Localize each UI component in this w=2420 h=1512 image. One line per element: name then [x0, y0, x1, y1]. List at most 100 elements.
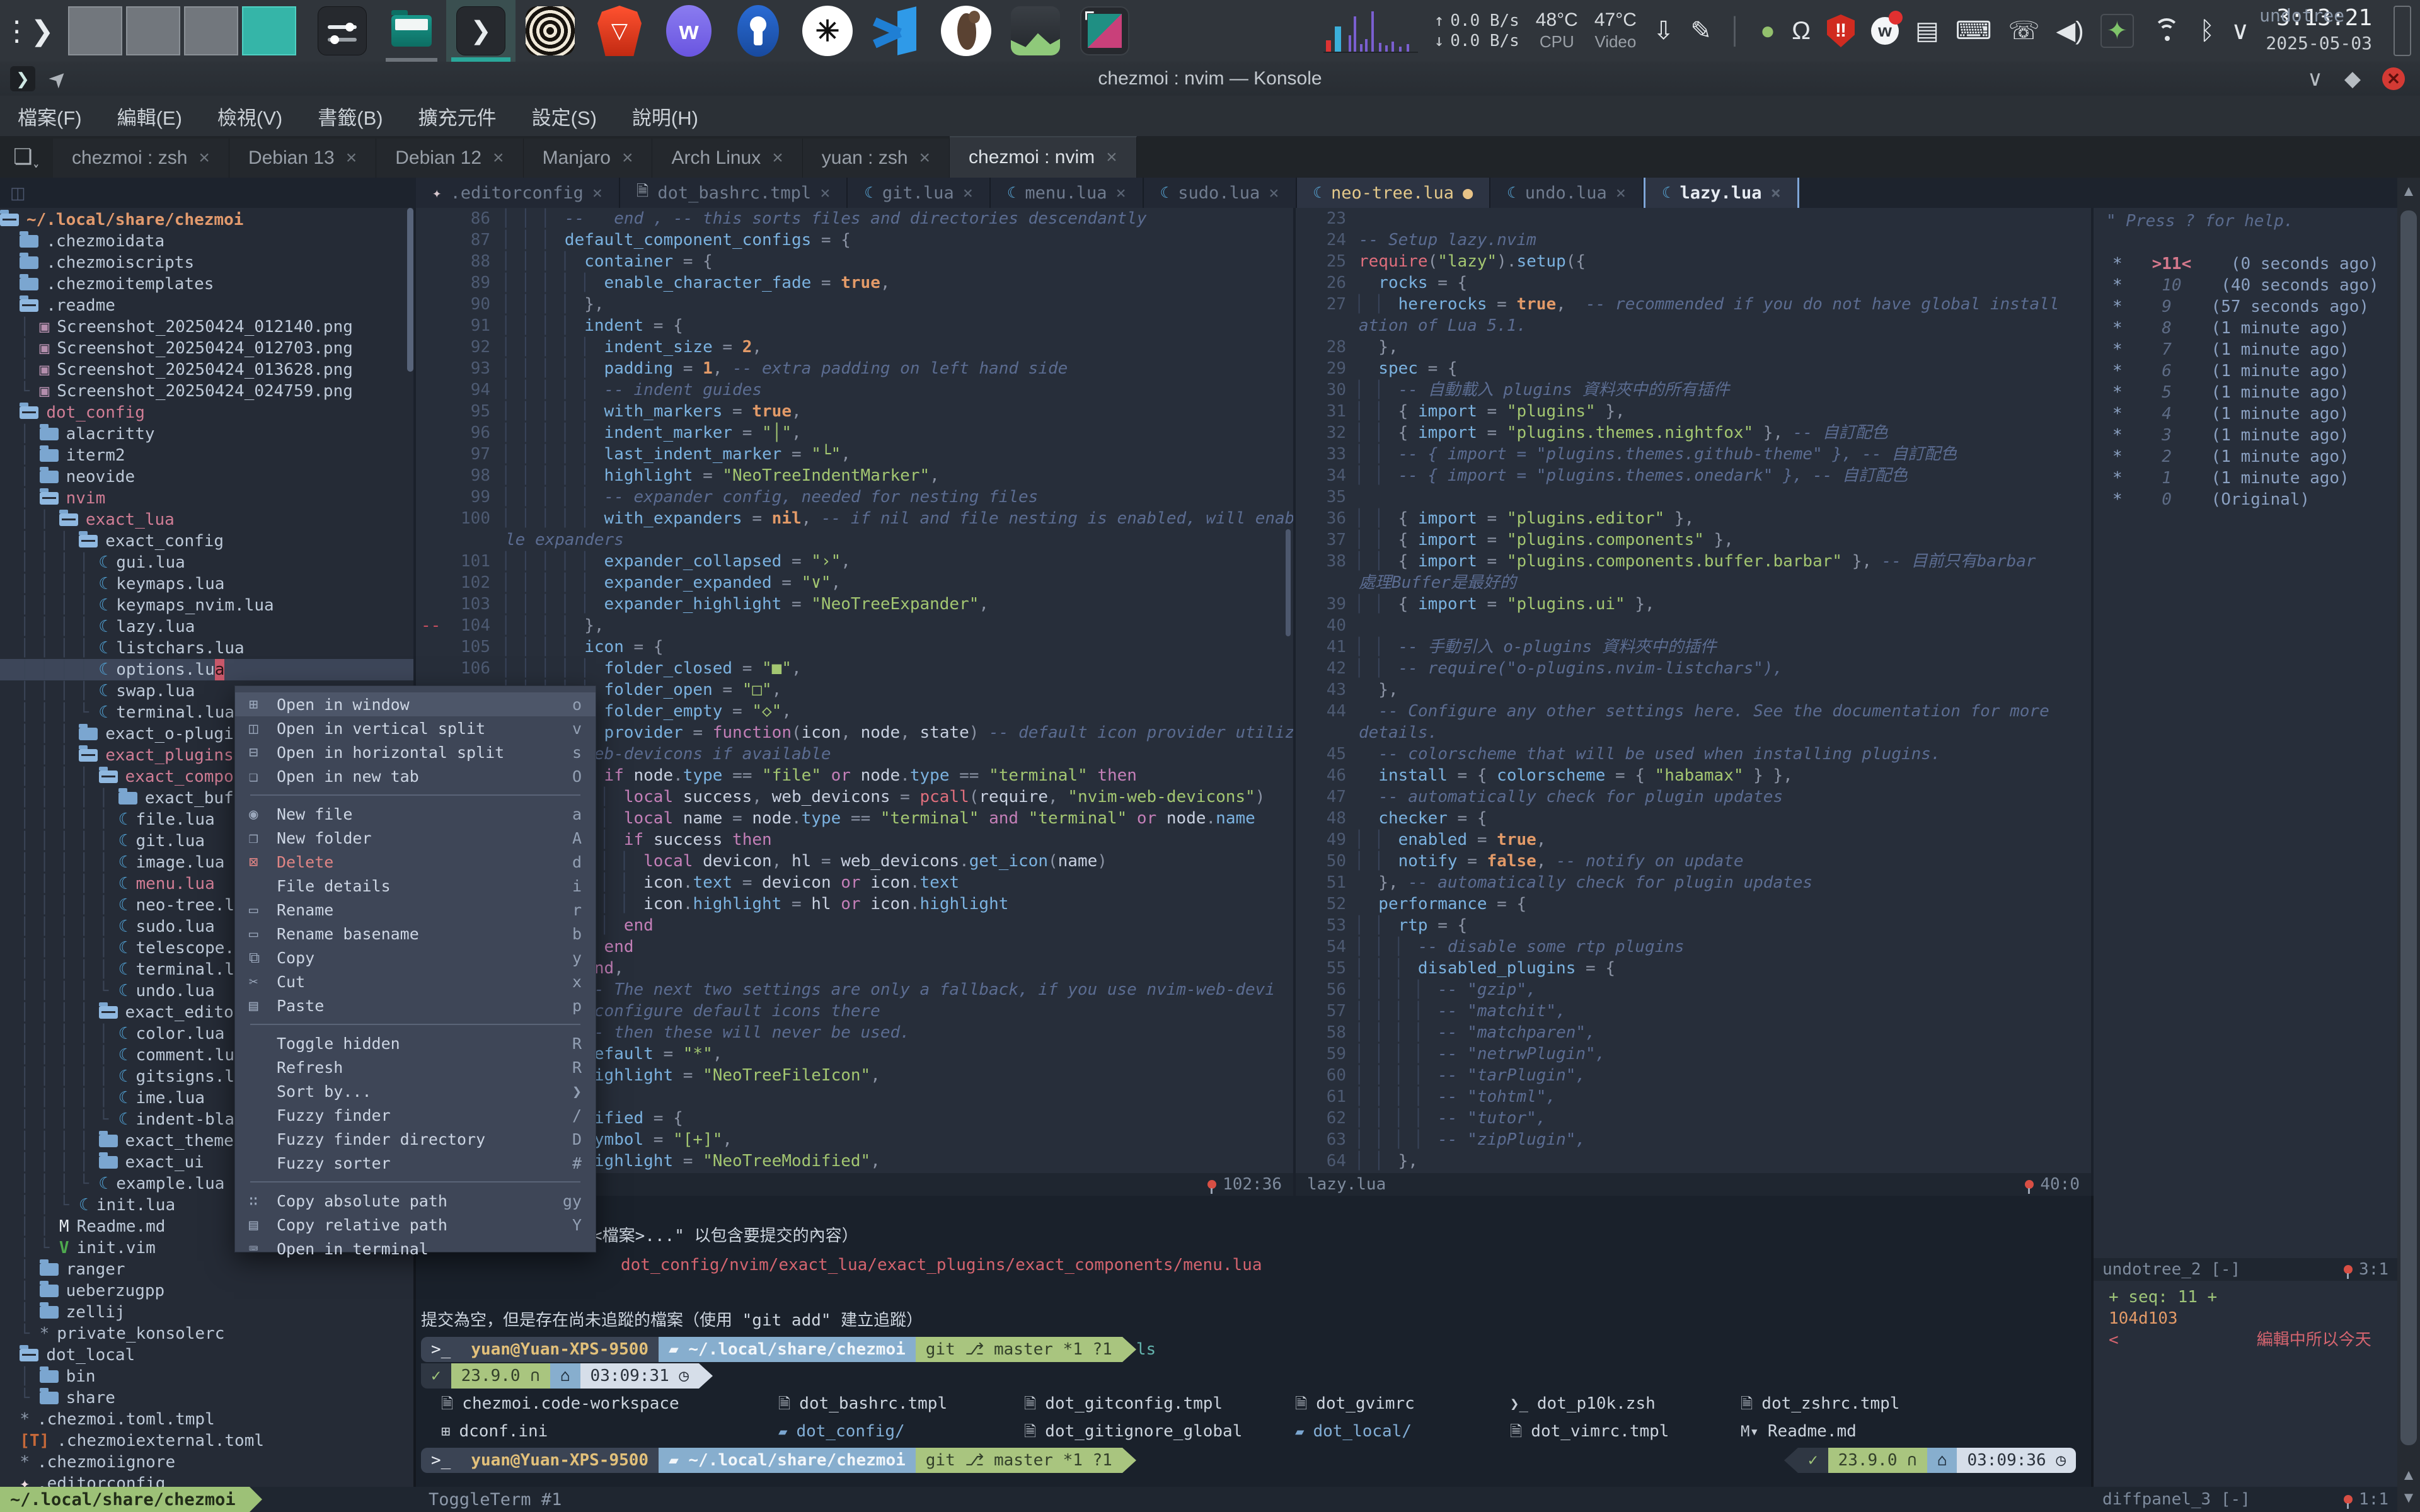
- undotree-entry-5[interactable]: * 5 (1 minute ago): [2112, 382, 2349, 403]
- modified-dot-icon[interactable]: ●: [1463, 183, 1473, 203]
- buffer-tab--editorconfig[interactable]: ✦.editorconfig×: [416, 178, 620, 208]
- tree-item-screenshot-20250424-012140-png[interactable]: │ ▣Screenshot_20250424_012140.png: [0, 316, 413, 338]
- undotree-entry-0[interactable]: * 0 (Original): [2112, 489, 2310, 510]
- messenger-app-icon[interactable]: w: [654, 0, 723, 62]
- tab-close-icon[interactable]: ×: [199, 147, 210, 169]
- undotree-entry-3[interactable]: * 3 (1 minute ago): [2112, 425, 2349, 446]
- maximize-button[interactable]: ◆: [2344, 66, 2361, 91]
- tree-item--chezmoiignore[interactable]: *.chezmoiignore: [0, 1452, 413, 1473]
- context-menu-item-fuzzy-finder-directory[interactable]: Fuzzy finder directoryD: [235, 1127, 596, 1151]
- buffer-close-icon[interactable]: ×: [1771, 183, 1781, 203]
- konsole-tab-debian-12[interactable]: Debian 12×: [376, 139, 523, 178]
- buffer-tab-git-lua[interactable]: ☾git.lua×: [848, 178, 991, 208]
- buffer-tab-dot-bashrc-tmpl[interactable]: 🗎dot_bashrc.tmpl×: [620, 178, 848, 208]
- buffer-tab-neo-tree-lua[interactable]: ☾neo-tree.lua●: [1297, 178, 1491, 208]
- tab-close-icon[interactable]: ×: [772, 147, 783, 169]
- tree-item-bin[interactable]: │ bin: [0, 1366, 413, 1387]
- context-menu-item-delete[interactable]: ⊠Deleted: [235, 850, 596, 874]
- buffer-close-icon[interactable]: ×: [1616, 183, 1626, 203]
- buffer-tab-lazy-lua[interactable]: ☾lazy.lua×: [1644, 178, 1799, 208]
- tree-item--chezmoiscripts[interactable]: .chezmoiscripts: [0, 252, 413, 273]
- tray-expander-chevron-icon[interactable]: ∨: [2231, 16, 2249, 45]
- context-menu-item-fuzzy-finder[interactable]: Fuzzy finder/: [235, 1103, 596, 1127]
- tree-item--chezmoidata[interactable]: .chezmoidata: [0, 231, 413, 252]
- undotree-entry-8[interactable]: * 8 (1 minute ago): [2112, 318, 2349, 339]
- input-method-icon[interactable]: ✦: [2100, 14, 2135, 48]
- tree-item-screenshot-20250424-024759-png[interactable]: └ ▣Screenshot_20250424_024759.png: [0, 381, 413, 402]
- context-menu-item-new-file[interactable]: ◉New filea: [235, 802, 596, 826]
- buffer-close-icon[interactable]: ×: [963, 183, 973, 203]
- konsole-tab-arch-linux[interactable]: Arch Linux×: [652, 139, 802, 178]
- context-menu-item-sort-by-[interactable]: Sort by...❯: [235, 1079, 596, 1103]
- buffer-tab-sudo-lua[interactable]: ☾sudo.lua×: [1144, 178, 1297, 208]
- context-menu-item-rename-basename[interactable]: ▭Rename basenameb: [235, 922, 596, 946]
- screenshot-tool-icon[interactable]: [1070, 0, 1139, 62]
- badge-app-icon[interactable]: w: [1871, 17, 1899, 45]
- tree-item-keymaps-nvim-lua[interactable]: │ │ │ │ ☾keymaps_nvim.lua: [0, 595, 413, 616]
- tree-item--chezmoiexternal-toml[interactable]: [T].chezmoiexternal.toml: [0, 1430, 413, 1452]
- konsole-tab-manjaro[interactable]: Manjaro×: [524, 139, 653, 178]
- context-menu-item-paste[interactable]: ▤Pastep: [235, 994, 596, 1017]
- tree-item-screenshot-20250424-012703-png[interactable]: │ ▣Screenshot_20250424_012703.png: [0, 338, 413, 359]
- tree-item-ueberzugpp[interactable]: │ ueberzugpp: [0, 1280, 413, 1302]
- toggleterm-terminal[interactable]: <檔案>..." 以包含要提交的內容）dot_config/nvim/exact…: [416, 1196, 2091, 1487]
- context-menu-item-copy-absolute-path[interactable]: ∷Copy absolute pathgy: [235, 1189, 596, 1213]
- konsole-tab-debian-13[interactable]: Debian 13×: [229, 139, 376, 178]
- undotree-entry-7[interactable]: * 7 (1 minute ago): [2112, 339, 2349, 360]
- chatgpt-icon[interactable]: ✳: [793, 0, 862, 62]
- context-menu-item-copy-relative-path[interactable]: ▤Copy relative pathY: [235, 1213, 596, 1237]
- desktop-4-active[interactable]: [242, 6, 296, 55]
- menu-item-2[interactable]: 檢視(V): [217, 102, 282, 130]
- undotree-entry-9[interactable]: * 9 (57 seconds ago): [2112, 296, 2369, 318]
- menu-item-4[interactable]: 擴充元件: [418, 102, 497, 130]
- tree-item--local-share-chezmoi[interactable]: ~/.local/share/chezmoi: [0, 209, 413, 231]
- tree-item-ranger[interactable]: │ ranger: [0, 1259, 413, 1280]
- context-menu-item-open-in-terminal[interactable]: ⌨Open in terminal: [235, 1237, 596, 1261]
- notifications-bell-icon[interactable]: Ω: [1792, 17, 1811, 45]
- buffer-tab-menu-lua[interactable]: ☾menu.lua×: [991, 178, 1144, 208]
- wifi-icon[interactable]: [2150, 17, 2183, 45]
- tree-item-lazy-lua[interactable]: │ │ │ │ ☾lazy.lua: [0, 616, 413, 638]
- buffer-close-icon[interactable]: ×: [592, 183, 602, 203]
- buffer-close-icon[interactable]: ×: [1269, 183, 1279, 203]
- context-menu-item-open-in-window[interactable]: ⊞Open in windowo: [235, 692, 596, 716]
- network-graph-applet[interactable]: [1323, 9, 1418, 53]
- tree-item-alacritty[interactable]: │ alacritty: [0, 423, 413, 445]
- editor-lazy-lua[interactable]: 2324-- Setup lazy.nvim25require("lazy").…: [1296, 208, 2091, 1173]
- tree-item-listchars-lua[interactable]: │ │ │ │ ☾listchars.lua: [0, 638, 413, 659]
- tab-close-icon[interactable]: ×: [919, 147, 931, 169]
- menu-item-0[interactable]: 檔案(F): [18, 102, 82, 130]
- undotree-entry-4[interactable]: * 4 (1 minute ago): [2112, 403, 2349, 425]
- menu-item-1[interactable]: 編輯(E): [117, 102, 182, 130]
- tree-item--readme[interactable]: .readme: [0, 295, 413, 316]
- context-menu-item-open-in-new-tab[interactable]: ❏Open in new tabO: [235, 764, 596, 788]
- tree-item-exact-lua[interactable]: │ │ exact_lua: [0, 509, 413, 530]
- scroll-up-icon[interactable]: ▲: [2397, 1467, 2420, 1484]
- bluetooth-icon[interactable]: ᛒ: [2199, 17, 2215, 45]
- show-desktop-button[interactable]: [2394, 6, 2411, 56]
- tab-close-icon[interactable]: ×: [346, 147, 357, 169]
- context-menu-item-rename[interactable]: ▭Renamer: [235, 898, 596, 922]
- tree-item-share[interactable]: └ share: [0, 1387, 413, 1409]
- tree-item-neovide[interactable]: │ neovide: [0, 466, 413, 488]
- download-tray-icon[interactable]: ⇩: [1653, 16, 1674, 45]
- tree-item-gui-lua[interactable]: │ │ │ │ ☾gui.lua: [0, 552, 413, 573]
- clipboard-icon[interactable]: ▤: [1915, 16, 1939, 45]
- context-menu-item-file-details[interactable]: File detailsi: [235, 874, 596, 898]
- close-button[interactable]: ✕: [2382, 67, 2405, 90]
- desktop-2[interactable]: [126, 6, 180, 55]
- context-menu-item-open-in-horizontal-split[interactable]: ⊟Open in horizontal splits: [235, 740, 596, 764]
- menu-item-6[interactable]: 說明(H): [632, 102, 698, 130]
- volume-icon[interactable]: ◀): [2056, 16, 2084, 45]
- monitor-app-icon[interactable]: [1001, 0, 1070, 62]
- color-picker-icon[interactable]: ✎: [1690, 16, 1712, 45]
- keep-above-pin-icon[interactable]: ➤: [43, 64, 73, 94]
- context-menu-item-cut[interactable]: ✂Cutx: [235, 970, 596, 994]
- context-menu-item-open-in-vertical-split[interactable]: ◫Open in vertical splitv: [235, 716, 596, 740]
- context-menu-item-refresh[interactable]: RefreshR: [235, 1055, 596, 1079]
- desktop-3[interactable]: [184, 6, 238, 55]
- headset-icon[interactable]: ☏: [2008, 16, 2040, 45]
- tab-close-icon[interactable]: ×: [1106, 147, 1117, 168]
- editor-mid-scrollbar-thumb[interactable]: [1286, 529, 1291, 636]
- tree-item--editorconfig[interactable]: ✦.editorconfig: [0, 1473, 413, 1487]
